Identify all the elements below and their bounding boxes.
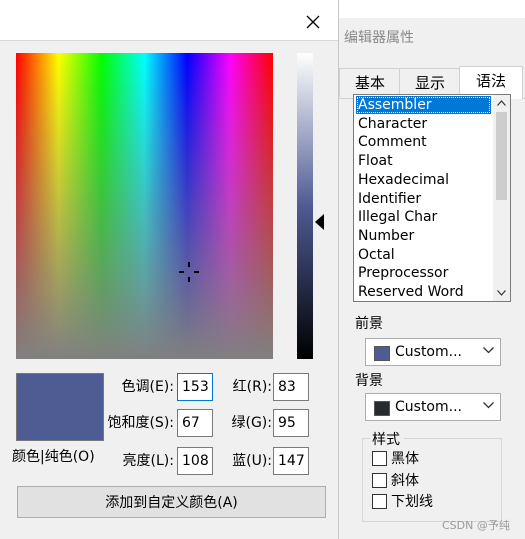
blue-label: 蓝(U): xyxy=(232,453,272,469)
panel-title: 编辑器属性 xyxy=(344,30,414,46)
color-spectrum[interactable] xyxy=(16,53,273,359)
italic-checkbox-row[interactable]: 斜体 xyxy=(372,470,419,490)
green-input[interactable]: 95 xyxy=(273,409,309,437)
chevron-down-icon xyxy=(483,402,494,409)
syntax-element-list[interactable]: Reserved Word Preprocessor Octal Number Ille… xyxy=(353,94,511,302)
luminance-input[interactable]: 108 xyxy=(177,447,213,475)
foreground-color-combo[interactable]: Custom... xyxy=(365,338,501,366)
background-label: 背景 xyxy=(355,373,383,389)
foreground-combo-value: Custom... xyxy=(395,344,462,360)
syntax-list-item[interactable]: Reserved Word xyxy=(356,283,491,301)
crosshair-icon xyxy=(179,262,199,282)
underline-checkbox[interactable] xyxy=(372,493,387,509)
syntax-list-item[interactable]: Float xyxy=(356,152,491,170)
background-color-chip xyxy=(374,401,390,416)
background-combo-value: Custom... xyxy=(395,399,462,415)
tab-basic[interactable]: 基本 xyxy=(339,68,401,97)
color-solid-label: 颜色|纯色(O) xyxy=(12,449,95,465)
syntax-list-item[interactable]: Hexadecimal xyxy=(356,171,491,189)
color-preview-swatch xyxy=(16,373,104,441)
bold-checkbox-row[interactable]: 黑体 xyxy=(372,448,419,468)
list-scrollbar[interactable] xyxy=(493,95,510,301)
watermark: CSDN @予纯 xyxy=(442,519,510,532)
scrollbar-thumb[interactable] xyxy=(496,112,507,200)
syntax-list-item[interactable]: Illegal Char xyxy=(356,208,491,226)
luminance-label: 亮度(L): xyxy=(122,453,174,469)
chevron-down-icon xyxy=(483,347,494,354)
foreground-label: 前景 xyxy=(355,316,383,332)
add-to-custom-colors-button[interactable]: 添加到自定义颜色(A) xyxy=(17,486,326,518)
italic-label: 斜体 xyxy=(391,473,419,489)
close-icon[interactable] xyxy=(298,9,328,35)
saturation-input[interactable]: 67 xyxy=(177,409,213,437)
red-input[interactable]: 83 xyxy=(273,373,309,401)
syntax-list-item[interactable]: Number xyxy=(356,227,491,245)
underline-label: 下划线 xyxy=(391,494,433,510)
red-label: 红(R): xyxy=(232,379,272,395)
syntax-list-item[interactable]: Assembler xyxy=(356,96,491,114)
underline-checkbox-row[interactable]: 下划线 xyxy=(372,491,433,511)
blue-input[interactable]: 147 xyxy=(273,447,309,475)
foreground-color-chip xyxy=(374,346,390,361)
green-label: 绿(G): xyxy=(231,415,273,431)
syntax-list-item[interactable]: Comment xyxy=(356,133,491,151)
hue-label: 色调(E): xyxy=(121,379,175,395)
color-dialog: 颜色|纯色(O) 色调(E): 153 饱和度(S): 67 亮度(L): 10… xyxy=(0,0,339,539)
bold-checkbox[interactable] xyxy=(372,450,387,466)
background-color-combo[interactable]: Custom... xyxy=(365,393,501,421)
syntax-list-item[interactable]: Octal xyxy=(356,246,491,264)
syntax-list-item[interactable]: Preprocessor xyxy=(356,264,491,282)
luminance-slider[interactable] xyxy=(297,53,313,359)
style-group-label: 样式 xyxy=(370,429,404,449)
scroll-up-icon[interactable] xyxy=(493,95,510,111)
dialog-titlebar xyxy=(0,0,338,41)
luminance-arrow-icon[interactable] xyxy=(315,214,324,230)
syntax-list-item[interactable]: Character xyxy=(356,115,491,133)
bold-label: 黑体 xyxy=(391,451,419,467)
tab-display[interactable]: 显示 xyxy=(399,68,461,97)
italic-checkbox[interactable] xyxy=(372,472,387,488)
saturation-label: 饱和度(S): xyxy=(107,415,174,431)
hue-input[interactable]: 153 xyxy=(177,373,213,401)
syntax-list-item[interactable]: Identifier xyxy=(356,190,491,208)
scroll-down-icon[interactable] xyxy=(493,285,510,301)
